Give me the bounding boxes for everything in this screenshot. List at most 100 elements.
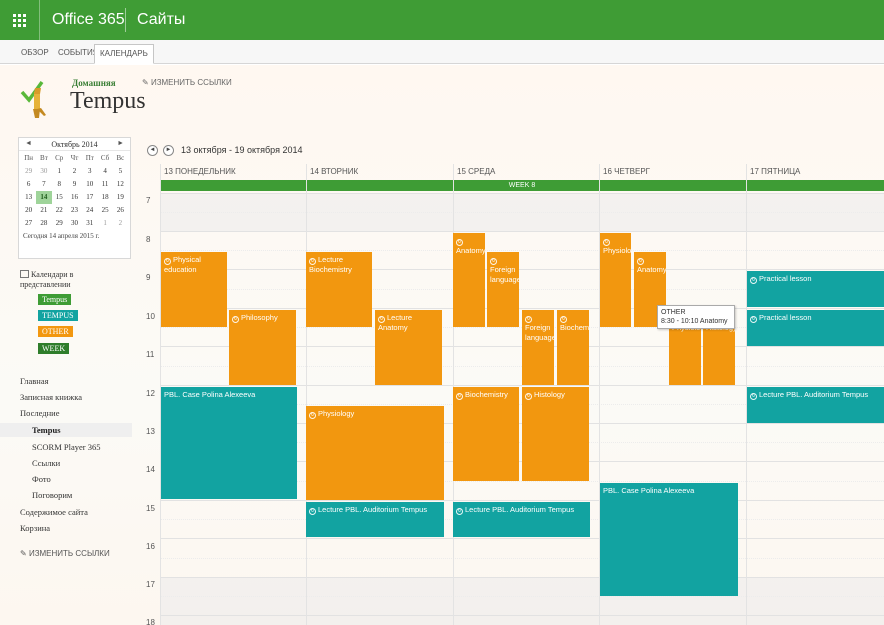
- day-cell[interactable]: 17: [82, 191, 97, 204]
- day-cell[interactable]: 16: [67, 191, 82, 204]
- today-link[interactable]: Сегодня 14 апреля 2015 г.: [19, 231, 130, 241]
- calendar-event[interactable]: ↻Foreign language: [487, 252, 519, 327]
- calendar-event[interactable]: ↻ Lecture PBL. Auditorium Tempus: [747, 387, 884, 423]
- event-title: Anatomy: [456, 246, 485, 255]
- day-header-wednesday[interactable]: 15 СРЕДА: [453, 164, 599, 179]
- calendar-chip-tempus[interactable]: Tempus: [38, 294, 72, 305]
- page-title[interactable]: Tempus: [70, 88, 146, 115]
- calendar-chip-other[interactable]: OTHER: [38, 326, 73, 337]
- calendar-event[interactable]: ↻ Physical education: [161, 252, 227, 327]
- calendar-chip-week[interactable]: WEEK: [38, 343, 70, 354]
- app-launcher-icon[interactable]: [0, 0, 40, 40]
- day-cell[interactable]: 3: [82, 165, 97, 178]
- day-cell[interactable]: 4: [97, 165, 112, 178]
- calendar-event[interactable]: ↻ Lecture Anatomy: [375, 310, 442, 385]
- day-cell[interactable]: 8: [52, 178, 67, 191]
- nav-item-recent[interactable]: Последние: [20, 408, 59, 418]
- breadcrumb-home[interactable]: Домашняя: [72, 78, 116, 88]
- day-header-friday[interactable]: 17 ПЯТНИЦА: [746, 164, 884, 179]
- day-cell[interactable]: 27: [21, 217, 36, 230]
- day-cell[interactable]: 30: [36, 165, 51, 178]
- hour-label: 12: [146, 389, 155, 398]
- day-cell[interactable]: 26: [113, 204, 128, 217]
- calendar-event[interactable]: ↻ Lecture Biochemistry: [306, 252, 372, 327]
- nav-item-home[interactable]: Главная: [20, 376, 49, 386]
- nav-item-scorm[interactable]: SCORM Player 365: [32, 442, 100, 452]
- day-cell[interactable]: 19: [113, 191, 128, 204]
- day-cell[interactable]: 20: [21, 204, 36, 217]
- hour-label: 9: [146, 273, 151, 282]
- day-cell[interactable]: 30: [67, 217, 82, 230]
- calendar-event[interactable]: ↻Histology: [522, 387, 589, 481]
- recurring-icon: ↻: [309, 258, 316, 265]
- calendar-event[interactable]: ↻Anatomy: [453, 233, 485, 327]
- day-header-tuesday[interactable]: 14 ВТОРНИК: [306, 164, 453, 179]
- date-range: 13 октября - 19 октября 2014: [181, 145, 303, 155]
- day-cell[interactable]: 25: [97, 204, 112, 217]
- tab-calendar[interactable]: КАЛЕНДАРЬ: [94, 44, 154, 64]
- tab-overview[interactable]: ОБЗОР: [16, 44, 54, 64]
- calendar-event[interactable]: ↻ Practical lesson: [747, 310, 884, 346]
- day-cell-selected[interactable]: 14: [36, 191, 52, 204]
- day-cell[interactable]: 1: [97, 217, 112, 230]
- calendar-event[interactable]: ↻Physiology: [306, 406, 444, 500]
- prev-week-icon[interactable]: ◄: [147, 145, 158, 156]
- day-cell[interactable]: 24: [82, 204, 97, 217]
- calendar-event[interactable]: ↻ Lecture PBL. Auditorium Tempus: [306, 502, 444, 537]
- office365-brand[interactable]: Office 365: [52, 0, 125, 40]
- day-cell[interactable]: 7: [36, 178, 51, 191]
- calendar-event[interactable]: ↻Physiology: [600, 233, 631, 327]
- nav-item-photos[interactable]: Фото: [32, 474, 51, 484]
- day-cell[interactable]: 5: [113, 165, 128, 178]
- day-cell[interactable]: 15: [52, 191, 67, 204]
- next-month-icon[interactable]: ►: [117, 139, 124, 147]
- calendar-event[interactable]: PBL. Case Polina Alexeeva: [600, 483, 738, 596]
- day-cell[interactable]: 13: [21, 191, 36, 204]
- day-cell[interactable]: 2: [113, 217, 128, 230]
- day-cell[interactable]: 28: [36, 217, 51, 230]
- half-hour-line: [160, 558, 884, 559]
- day-cell[interactable]: 21: [36, 204, 51, 217]
- calendar-event[interactable]: ↻Biochemistry: [557, 310, 589, 385]
- next-week-icon[interactable]: ►: [163, 145, 174, 156]
- hour-label: 18: [146, 618, 155, 625]
- calendar-event[interactable]: ↻ Practical lesson: [747, 271, 884, 307]
- nav-item-talk[interactable]: Поговорим: [32, 490, 72, 500]
- calendar-chip-tempus-upper[interactable]: TEMPUS: [38, 310, 78, 321]
- day-header-thursday[interactable]: 16 ЧЕТВЕРГ: [599, 164, 746, 179]
- day-cell[interactable]: 11: [97, 178, 112, 191]
- day-cell[interactable]: 23: [67, 204, 82, 217]
- hour-row[interactable]: [160, 615, 884, 625]
- week-banner[interactable]: WEEK 8: [160, 180, 884, 191]
- sites-link[interactable]: Сайты: [137, 0, 185, 40]
- calendar-event[interactable]: ↻Biochemistry: [453, 387, 519, 481]
- day-cell[interactable]: 31: [82, 217, 97, 230]
- recurring-icon: ↻: [490, 258, 497, 265]
- nav-item-recycle-bin[interactable]: Корзина: [20, 523, 50, 533]
- calendars-in-view: Календари в представлении: [20, 270, 110, 290]
- calendar-event[interactable]: ↻ Philosophy: [229, 310, 296, 385]
- day-cell[interactable]: 10: [82, 178, 97, 191]
- day-cell[interactable]: 22: [52, 204, 67, 217]
- edit-links-bottom[interactable]: ✎ ИЗМЕНИТЬ ССЫЛКИ: [20, 549, 110, 558]
- nav-item-tempus[interactable]: Tempus: [0, 423, 132, 437]
- day-cell[interactable]: 2: [67, 165, 82, 178]
- nav-item-site-contents[interactable]: Содержимое сайта: [20, 507, 88, 517]
- day-cell[interactable]: 18: [97, 191, 112, 204]
- edit-links-top[interactable]: ✎ ИЗМЕНИТЬ ССЫЛКИ: [142, 78, 232, 87]
- day-header-monday[interactable]: 13 ПОНЕДЕЛЬНИК: [160, 164, 306, 179]
- day-cell[interactable]: 1: [52, 165, 67, 178]
- day-cell[interactable]: 9: [67, 178, 82, 191]
- calendar-event[interactable]: ↻ Lecture PBL. Auditorium Tempus: [453, 502, 590, 537]
- nav-item-notebook[interactable]: Записная книжка: [20, 392, 82, 402]
- calendar-icon: [20, 270, 29, 278]
- day-cell[interactable]: 29: [21, 165, 36, 178]
- nav-item-links[interactable]: Ссылки: [32, 458, 60, 468]
- day-cell[interactable]: 12: [113, 178, 128, 191]
- calendar-event[interactable]: ↻Foreign language: [522, 310, 554, 385]
- day-cell[interactable]: 6: [21, 178, 36, 191]
- half-hour-line: [160, 250, 884, 251]
- pencil-icon: ✎: [142, 78, 149, 87]
- day-cell[interactable]: 29: [52, 217, 67, 230]
- calendar-event[interactable]: PBL. Case Polina Alexeeva: [161, 387, 297, 499]
